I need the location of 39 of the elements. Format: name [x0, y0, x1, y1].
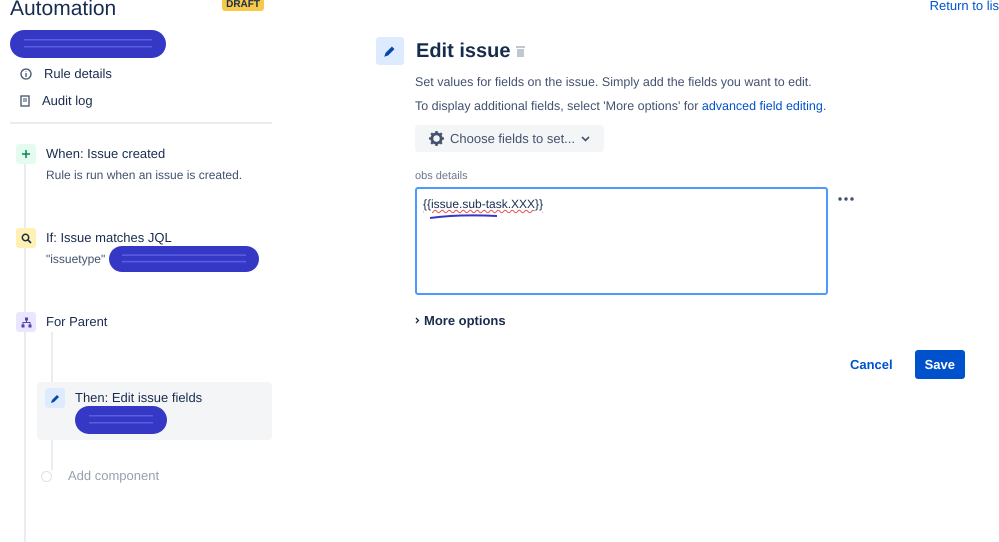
step-title: For Parent — [46, 313, 108, 331]
pencil-icon — [383, 44, 397, 58]
page-title: Automation — [10, 0, 116, 20]
step-subtitle: Rule is run when an issue is created. — [46, 168, 242, 182]
panel-title: Edit issue — [416, 40, 510, 62]
chevron-down-icon — [581, 136, 590, 142]
step-title: When: Issue created — [46, 145, 166, 163]
more-options-toggle[interactable]: More options — [415, 313, 506, 328]
save-button[interactable]: Save — [914, 350, 965, 379]
choose-fields-button[interactable]: Choose fields to set... — [415, 125, 604, 152]
search-icon — [20, 232, 32, 244]
hierarchy-icon — [20, 316, 32, 328]
step-title: If: Issue matches JQL — [46, 229, 173, 247]
return-link[interactable]: Return to lis — [930, 0, 999, 13]
step-title: Then: Edit issue fields — [75, 389, 202, 407]
hint-text: To display additional fields, select 'More options' for advanced field editing. — [415, 99, 828, 113]
description-text: Set values for fields on the issue. Simply add the fields you want to edit. — [415, 75, 813, 89]
document-icon — [20, 94, 30, 106]
plus-icon — [21, 149, 31, 159]
step-card[interactable]: Then: Edit issue fields — [37, 382, 272, 440]
advanced-editing-link[interactable]: advanced field editing — [702, 99, 823, 113]
step-card[interactable]: For Parent — [16, 312, 272, 332]
step-card[interactable]: If: Issue matches JQL "issuetype" — [16, 228, 272, 272]
empty-circle-icon — [41, 471, 52, 482]
status-badge: DRAFT — [222, 0, 264, 11]
field-label: obs details — [415, 170, 469, 182]
pencil-icon — [50, 392, 60, 404]
step-card[interactable]: When: Issue created Rule is run when an issue is created. — [16, 144, 272, 182]
gear-icon — [429, 131, 444, 146]
info-icon — [20, 68, 32, 80]
text-area-field[interactable]: {{issue.sub-task.XXX}} — [415, 187, 828, 295]
sidebar-link[interactable]: Rule details — [20, 66, 272, 81]
ellipsis-icon — [838, 197, 854, 201]
underline-scribble — [429, 213, 499, 221]
step-title: Add component — [68, 467, 160, 485]
cancel-button[interactable]: Cancel — [840, 350, 903, 379]
sidebar-link[interactable]: Audit log — [20, 93, 272, 108]
chevron-right-icon — [415, 317, 420, 324]
step-subtitle: "issuetype" — [46, 252, 106, 266]
